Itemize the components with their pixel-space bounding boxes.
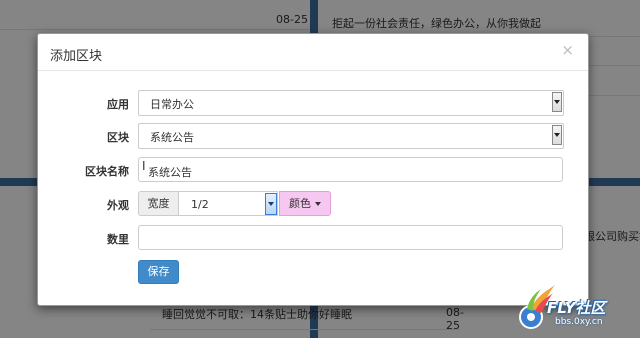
block-select-value: 系统公告 (150, 131, 194, 144)
close-icon[interactable]: × (561, 42, 574, 58)
block-label: 区块 (107, 131, 129, 144)
width-select-value: 1/2 (191, 198, 209, 211)
appearance-row: 外观 宽度 1/2 颜色 (38, 191, 588, 217)
save-button[interactable]: 保存 (138, 260, 179, 284)
text-cursor-icon: Ⅰ (142, 159, 146, 173)
app-label: 应用 (107, 98, 129, 111)
app-select-value: 日常办公 (150, 98, 194, 111)
add-block-modal: 添加区块 × 应用 日常办公 区块 系统公告 区块名称 系统公告 Ⅰ 外观 宽度… (37, 33, 589, 306)
modal-header: 添加区块 × (38, 34, 588, 71)
modal-title: 添加区块 (50, 49, 103, 64)
quantity-label: 数里 (107, 233, 129, 246)
block-name-input[interactable]: 系统公告 (138, 157, 563, 182)
block-select[interactable]: 系统公告 (138, 123, 564, 149)
block-name-row: 区块名称 系统公告 Ⅰ (38, 157, 588, 183)
watermark-url: bbs.0xy.cn (555, 317, 603, 327)
width-addon: 宽度 (138, 191, 179, 216)
width-select[interactable]: 1/2 (179, 191, 278, 216)
color-button-label: 颜色 (289, 197, 311, 210)
app-select[interactable]: 日常办公 (138, 90, 564, 116)
chevron-down-icon[interactable] (265, 193, 277, 215)
block-name-value: 系统公告 (148, 166, 192, 179)
quantity-row: 数里 (38, 225, 588, 251)
block-row: 区块 系统公告 (38, 123, 588, 149)
watermark-brand: FLY社区 (547, 299, 606, 317)
block-name-label: 区块名称 (85, 165, 129, 178)
caret-down-icon (315, 202, 321, 206)
quantity-input[interactable] (138, 225, 563, 250)
chevron-down-icon[interactable] (552, 92, 562, 112)
app-row: 应用 日常办公 (38, 90, 588, 116)
appearance-label: 外观 (107, 199, 129, 212)
color-dropdown-button[interactable]: 颜色 (279, 191, 331, 216)
chevron-down-icon[interactable] (552, 125, 562, 145)
fly-community-watermark: FLY社区 bbs.0xy.cn (517, 279, 635, 335)
